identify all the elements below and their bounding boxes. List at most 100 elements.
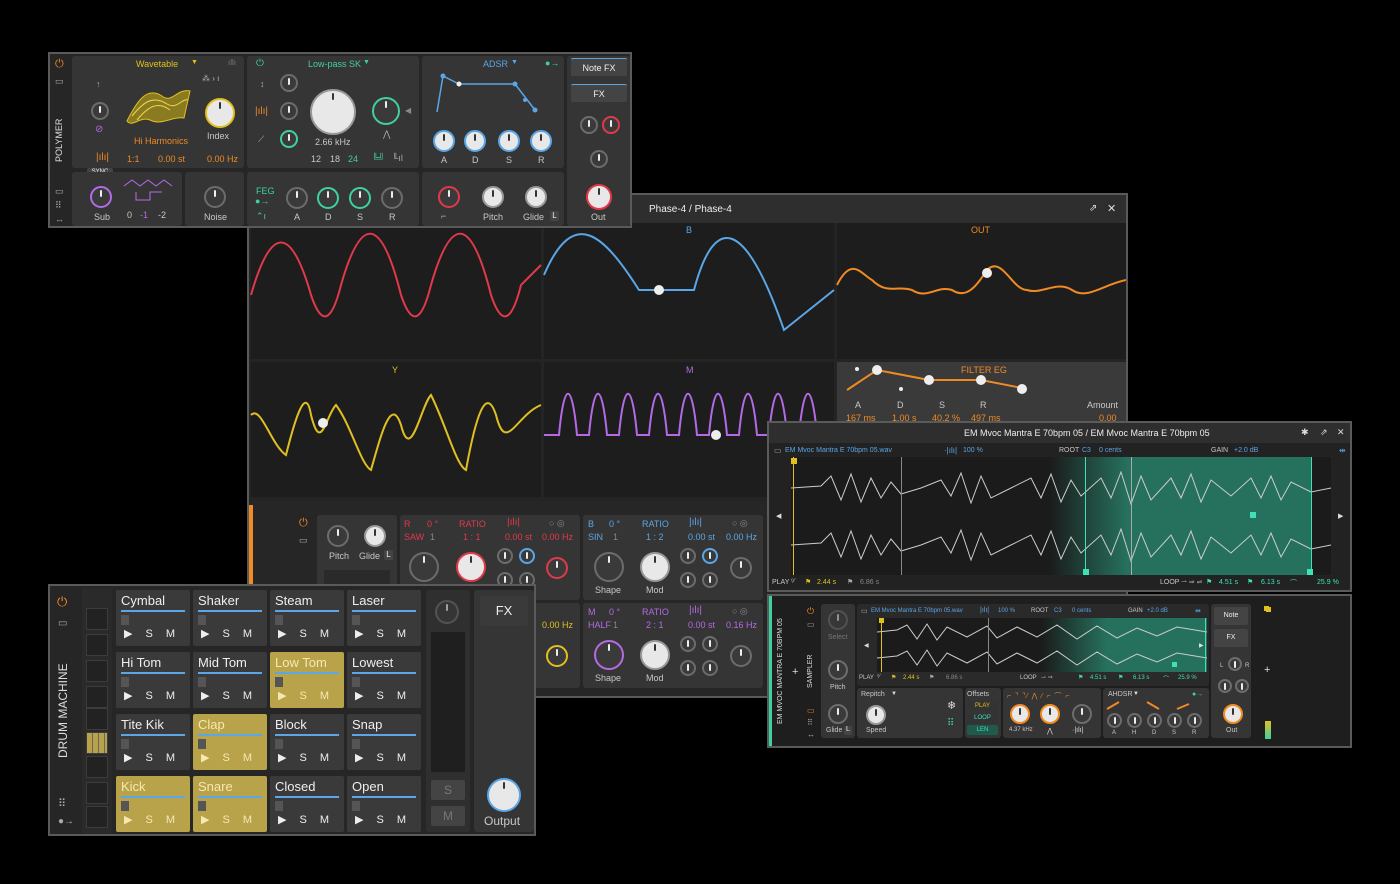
osc-m-knob-2[interactable] [702, 636, 718, 652]
pad-controls[interactable]: ▶ S M [124, 751, 175, 764]
filter-knob-3[interactable] [280, 130, 298, 148]
pad-controls[interactable]: ▶ S M [124, 813, 175, 826]
expand-icon[interactable]: ●→ [58, 816, 74, 827]
env-route-icon[interactable]: ●→ [1192, 691, 1203, 698]
loop-end-flag-icon[interactable]: ⚑ [1118, 674, 1123, 681]
osc-type-chevron-icon[interactable]: ▼ [191, 59, 198, 66]
osc-m-st[interactable]: 0.00 st [688, 620, 715, 630]
note-button[interactable]: Note [1214, 607, 1248, 625]
power-icon[interactable]: ⏻ [299, 517, 308, 530]
play-end-flag-icon[interactable]: ⚑ [929, 674, 934, 681]
env-type-chevron-icon[interactable]: ▼ [1133, 691, 1139, 697]
play-start-handle[interactable] [791, 458, 797, 464]
loop-mode-icons[interactable]: ⇀ ⇒ ⇌ [1181, 578, 1203, 586]
glide-knob[interactable] [828, 704, 848, 724]
osc-b-link-icon[interactable]: ○ ◎ [732, 518, 748, 529]
send-knob-2[interactable] [602, 116, 620, 134]
gain-value[interactable]: +2.0 dB [1234, 447, 1258, 454]
osc-y-level-knob[interactable] [546, 645, 568, 667]
power-icon[interactable]: ⏻ [55, 58, 64, 71]
resonance-knob[interactable] [1040, 704, 1060, 724]
grid-icon[interactable]: ⠿ [947, 718, 954, 729]
loop-start-flag-icon[interactable]: ⚑ [1206, 578, 1212, 586]
pad-controls[interactable]: ▶ S M [278, 813, 329, 826]
osc-r-st[interactable]: 0.00 st [505, 532, 532, 542]
play-start-marker[interactable] [793, 457, 794, 575]
env-s-knob[interactable] [1167, 713, 1182, 728]
env-type[interactable]: AHDSR [1108, 691, 1133, 698]
pad-mid-tom[interactable]: Mid Tom ▶ S M [193, 652, 267, 708]
filter-type-chevron-icon[interactable]: ▼ [363, 59, 370, 66]
osc-b-knob-4[interactable] [702, 572, 718, 588]
osc-m-mod-knob[interactable] [640, 640, 670, 670]
loop-mid-marker[interactable] [1131, 457, 1132, 575]
wavetable-3d[interactable] [122, 76, 192, 131]
gain-value[interactable]: +2.0 dB [1147, 608, 1168, 614]
cents-value[interactable]: 0 cents [1099, 447, 1122, 454]
wt-mode-icons[interactable]: ⁂ › ı [202, 74, 219, 83]
file-name[interactable]: EM Mvoc Mantra E 70bpm 05.wav [871, 608, 963, 614]
grid-cell-3[interactable] [86, 660, 108, 682]
modulators-icon[interactable]: ⠿ [55, 200, 62, 211]
play-end-flag-icon[interactable]: ⚑ [847, 578, 853, 586]
loop-start[interactable]: 4.51 s [1090, 675, 1106, 681]
scroll-left-icon[interactable]: ◀ [776, 512, 781, 520]
play-start[interactable]: 2.44 s [903, 675, 919, 681]
osc-b-knob-2[interactable] [702, 548, 718, 564]
mute-button[interactable]: M [431, 806, 465, 826]
osc-b-knob-1[interactable] [680, 548, 696, 564]
osc-m-ratio[interactable]: 2 : 1 [646, 620, 664, 630]
pad-controls[interactable]: ▶ S M [355, 627, 406, 640]
send-knob-2[interactable] [1235, 679, 1249, 693]
popout-icon[interactable]: ⇗ [1089, 203, 1097, 214]
osc-m-knob-3[interactable] [680, 660, 696, 676]
filter-knob-1[interactable] [280, 74, 298, 92]
cents-value[interactable]: 0 cents [1072, 608, 1091, 614]
loop-end-flag-icon[interactable]: ⚑ [1247, 578, 1253, 586]
fx-button[interactable]: FX [571, 84, 627, 102]
pad-controls[interactable]: ▶ S M [124, 689, 175, 702]
osc-m-keytrack-icon[interactable]: |ılı| [689, 605, 702, 616]
noise-knob[interactable] [204, 186, 226, 208]
osc-r-knob-2[interactable] [519, 548, 535, 564]
pad-clap[interactable]: Clap ▶ S M [193, 714, 267, 770]
xfade-icon[interactable]: ⌒ [1163, 674, 1169, 683]
loop-xfade-handle[interactable] [1250, 512, 1256, 518]
octave-minus2[interactable]: -2 [158, 210, 166, 220]
preset-folder-icon[interactable]: ▭ [299, 535, 308, 546]
scroll-left-icon[interactable]: ◀ [864, 642, 869, 649]
grid-cell-5[interactable] [86, 708, 108, 730]
loop-mode-icons[interactable]: ⇀ ⇒ [1041, 674, 1053, 681]
play-start-flag-icon[interactable]: ⚑ [891, 674, 896, 681]
feg-a-knob[interactable] [286, 187, 308, 209]
offset-play-button[interactable]: PLAY [967, 701, 998, 711]
loop-end[interactable]: 6.13 s [1133, 675, 1149, 681]
window-icon[interactable]: ▭ [807, 706, 815, 715]
mode-select[interactable]: Repitch [861, 691, 885, 698]
window-icon[interactable]: ▭ [55, 186, 64, 197]
play-end[interactable]: 6.86 s [946, 675, 962, 681]
pad-controls[interactable]: ▶ S M [201, 813, 252, 826]
expand-icon[interactable]: ↔ [55, 214, 64, 224]
pitch-knob[interactable] [482, 186, 504, 208]
mode-chevron-icon[interactable]: ▼ [891, 691, 897, 697]
osc-type[interactable]: Wavetable [136, 59, 178, 69]
octave-minus1[interactable]: -1 [140, 210, 148, 220]
res-arrow-icon[interactable]: ◀ [405, 106, 411, 115]
filter-keytrack-knob[interactable] [1072, 704, 1092, 724]
pin-icon[interactable]: ✱ [1301, 427, 1309, 438]
play-end-marker[interactable] [901, 457, 902, 575]
preset-folder-icon[interactable]: ▭ [55, 76, 64, 87]
send-knob-1[interactable] [580, 116, 598, 134]
level-fader[interactable] [431, 632, 465, 772]
loop-start-marker[interactable] [1085, 457, 1086, 575]
pad-closed[interactable]: Closed ▶ S M [270, 776, 344, 832]
feg-toggle-icon[interactable]: ●→ [255, 196, 269, 206]
filter-pitch-icon[interactable]: ↕ [260, 79, 265, 89]
pad-hi-tom[interactable]: Hi Tom ▶ S M [116, 652, 190, 708]
send-knob-1[interactable] [1218, 679, 1232, 693]
speed-value[interactable]: 100 % [998, 608, 1015, 614]
env-r-knob[interactable] [530, 130, 552, 152]
env-d-knob[interactable] [464, 130, 486, 152]
pad-controls[interactable]: ▶ S M [355, 751, 406, 764]
